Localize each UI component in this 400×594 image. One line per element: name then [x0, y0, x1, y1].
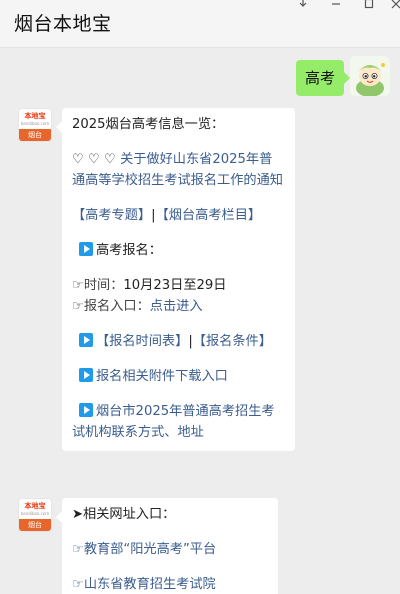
yantai-gaokao-column-link[interactable]: 【烟台高考栏目】: [156, 208, 262, 223]
play-icon: [79, 403, 93, 417]
incoming-message-bubble: 2025烟台高考信息一览： ♡ ♡ ♡ 关于做好山东省2025年普通高等学校招生…: [56, 108, 295, 451]
minimize-icon[interactable]: [327, 0, 345, 12]
sunshine-gaokao-link[interactable]: ☞教育部“阳光高考”平台: [72, 542, 216, 557]
brand-url-text: bendibao.com: [20, 511, 50, 516]
chat-area[interactable]: 高考 本地宝 bendibao.com 烟台 2025烟台高考信息一览： ♡ ♡…: [0, 48, 400, 594]
registration-section-heading: 高考报名：: [96, 243, 162, 258]
play-icon: [79, 368, 93, 382]
brand-logo-text: 本地宝: [24, 112, 46, 120]
schedule-link[interactable]: 【报名时间表】: [96, 334, 188, 349]
message-line: 2025烟台高考信息一览：: [72, 114, 285, 135]
city-badge: 烟台: [19, 519, 51, 531]
message-line: 【高考专题】|【烟台高考栏目】: [72, 205, 285, 226]
bot-avatar[interactable]: 本地宝 bendibao.com 烟台: [18, 498, 52, 532]
outgoing-message-bubble[interactable]: 高考: [296, 60, 350, 96]
message-line: ☞教育部“阳光高考”平台: [72, 539, 268, 560]
related-sites-heading: ➤相关网址入口：: [72, 507, 176, 522]
pin-icon[interactable]: [294, 0, 312, 12]
brand-logo-text: 本地宝: [24, 502, 46, 510]
hearts-decoration: ♡ ♡ ♡: [72, 152, 116, 167]
outgoing-message-text: 高考: [304, 69, 335, 87]
message-line: ➤相关网址入口：: [72, 504, 268, 525]
message-line: ☞山东省教育招生考试院: [72, 574, 268, 594]
bot-avatar[interactable]: 本地宝 bendibao.com 烟台: [18, 108, 52, 142]
message-heading: 2025烟台高考信息一览：: [72, 117, 225, 132]
maximize-icon[interactable]: [360, 0, 378, 12]
play-icon: [79, 333, 93, 347]
entry-link[interactable]: 点击进入: [150, 299, 203, 314]
conditions-link[interactable]: 【报名条件】: [193, 334, 272, 349]
time-label: ☞时间：: [72, 278, 124, 293]
incoming-message-bubble: ➤相关网址入口： ☞教育部“阳光高考”平台 ☞山东省教育招生考试院: [56, 498, 278, 594]
message-line: 报名相关附件下载入口: [72, 366, 285, 387]
title-bar: 烟台本地宝: [0, 0, 400, 48]
shandong-exam-institute-link[interactable]: ☞山东省教育招生考试院: [72, 577, 216, 592]
entry-label: ☞报名入口：: [72, 299, 150, 314]
contact-info-link[interactable]: 烟台市2025年普通高考招生考试机构联系方式、地址: [72, 404, 275, 440]
message-line: 高考报名：: [72, 240, 285, 261]
message-line: ♡ ♡ ♡ 关于做好山东省2025年普通高等学校招生考试报名工作的通知: [72, 149, 285, 191]
play-icon: [79, 242, 93, 256]
attachments-download-link[interactable]: 报名相关附件下载入口: [96, 369, 228, 384]
close-icon[interactable]: [387, 0, 400, 12]
chat-title: 烟台本地宝: [14, 13, 112, 35]
city-badge: 烟台: [19, 129, 51, 141]
logo-top: 本地宝 bendibao.com: [19, 499, 51, 520]
message-line: 烟台市2025年普通高考招生考试机构联系方式、地址: [72, 401, 285, 443]
message-line: 【报名时间表】|【报名条件】: [72, 331, 285, 352]
message-line: ☞时间：10月23日至29日: [72, 275, 285, 296]
user-avatar[interactable]: [350, 56, 390, 96]
time-value: 10月23日至29日: [123, 278, 227, 293]
message-line: ☞报名入口：点击进入: [72, 296, 285, 317]
logo-top: 本地宝 bendibao.com: [19, 109, 51, 130]
brand-url-text: bendibao.com: [20, 121, 50, 126]
gaokao-topic-link[interactable]: 【高考专题】: [72, 208, 151, 223]
